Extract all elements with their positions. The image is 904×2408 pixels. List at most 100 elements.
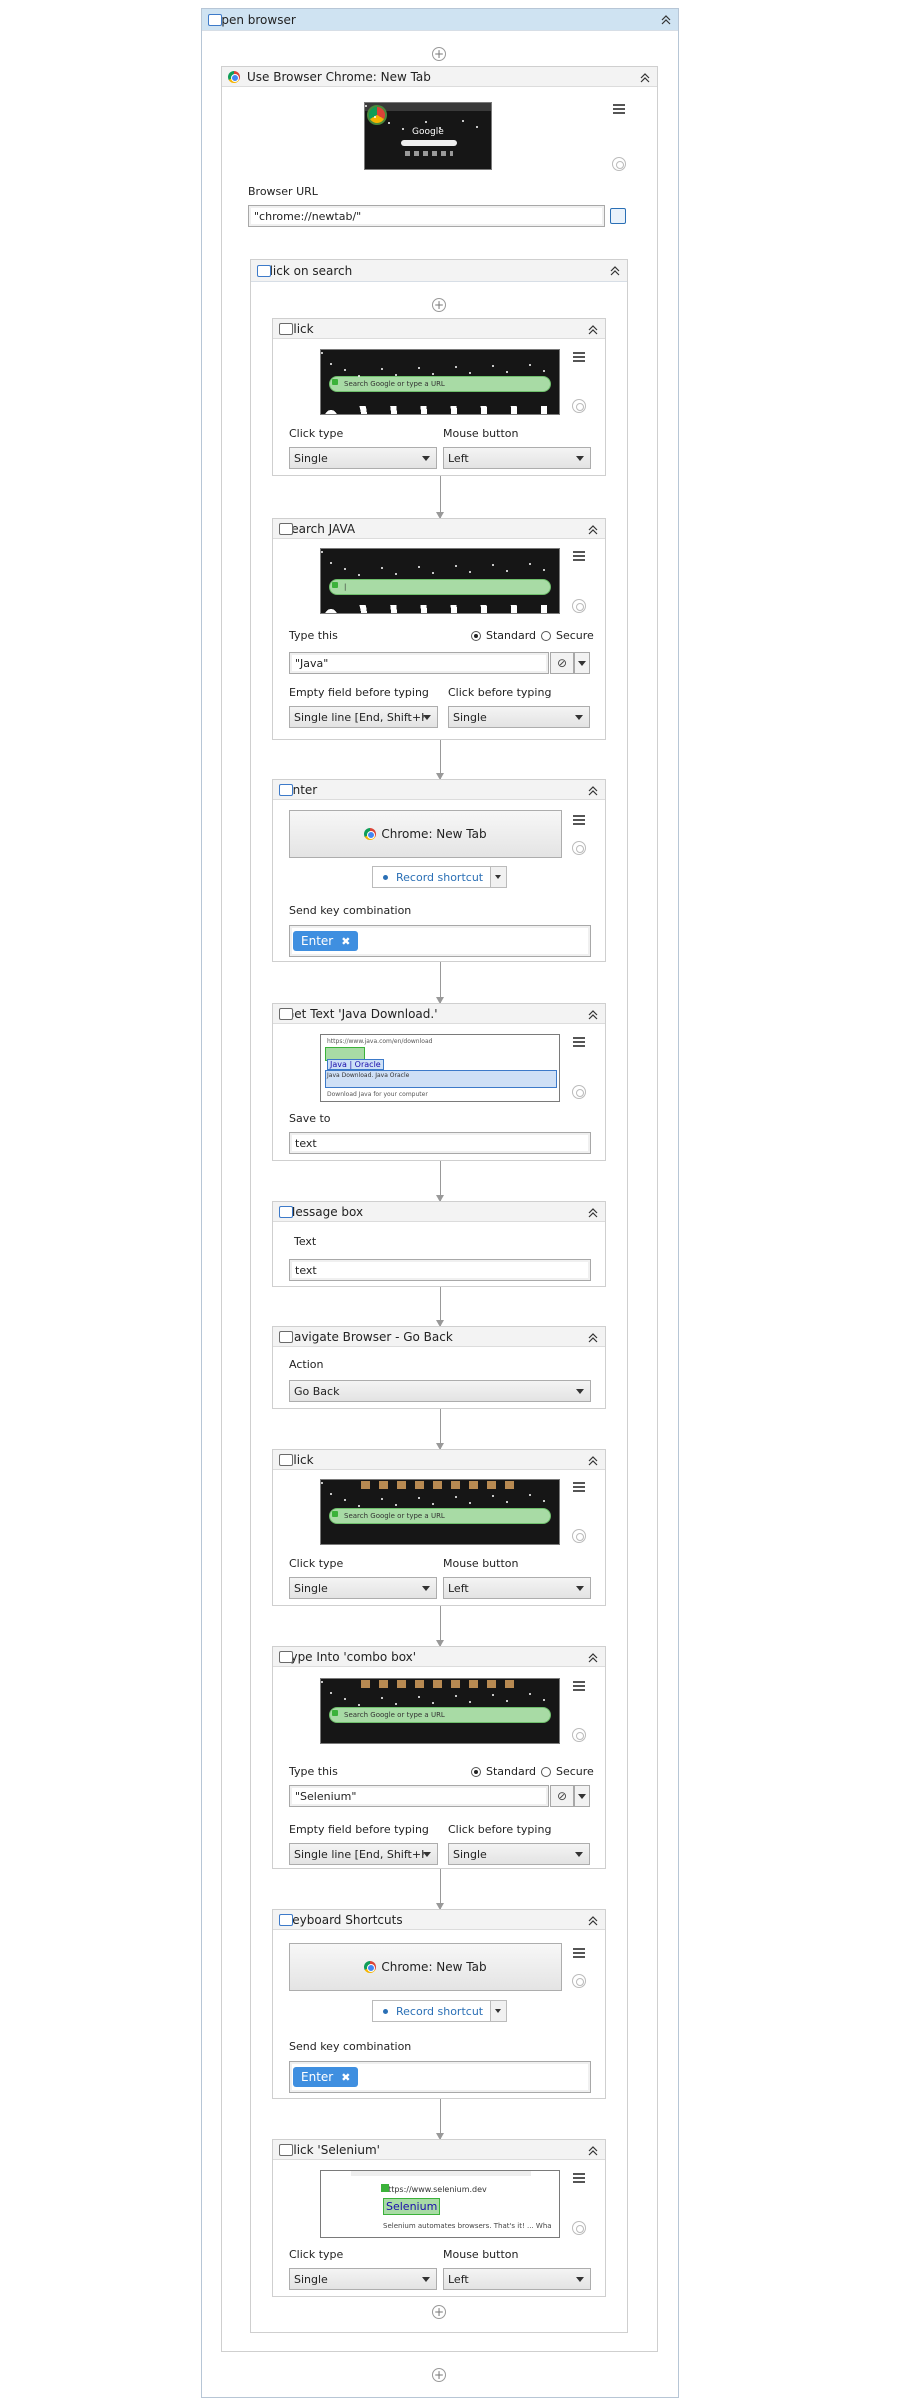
collapse-icon[interactable] [639, 72, 651, 84]
collapse-icon[interactable] [587, 1332, 599, 1344]
secure-radio[interactable] [541, 631, 551, 641]
activity-menu-icon[interactable] [572, 1679, 586, 1691]
collapse-icon[interactable] [587, 324, 599, 336]
mouse-button-select[interactable]: Left [443, 2268, 591, 2290]
star-dot [455, 565, 457, 567]
activity-menu-icon[interactable] [612, 102, 626, 114]
click-type-select[interactable]: Single [289, 2268, 437, 2290]
remove-key-icon[interactable]: ✖ [341, 935, 350, 948]
collapse-icon[interactable] [587, 2145, 599, 2157]
send-hotkey-header[interactable]: Enter [273, 780, 605, 800]
key-chip[interactable]: Enter ✖ [293, 931, 359, 951]
collapse-icon[interactable] [587, 1207, 599, 1219]
indicate-target-icon[interactable] [572, 1529, 586, 1543]
indicate-target-icon[interactable] [572, 2221, 586, 2235]
target-window-box[interactable]: Chrome: New Tab [289, 1943, 562, 1991]
click-type-select[interactable]: Single [289, 447, 437, 469]
type-target-screenshot[interactable]: Search Google or type a URL [320, 1678, 560, 1744]
record-dropdown-icon[interactable] [490, 867, 506, 887]
click-before-select[interactable]: Single [448, 1843, 590, 1865]
target-window-box[interactable]: Chrome: New Tab [289, 810, 562, 858]
remove-key-icon[interactable]: ✖ [341, 2071, 350, 2084]
options-dropdown-icon[interactable] [574, 652, 590, 674]
record-dropdown-icon[interactable] [490, 2001, 506, 2021]
collapse-icon[interactable] [587, 1455, 599, 1467]
options-dropdown-icon[interactable] [574, 1785, 590, 1807]
activity-menu-icon[interactable] [572, 813, 586, 825]
save-to-input[interactable]: text [289, 1132, 591, 1154]
navigate-header[interactable]: Navigate Browser - Go Back [273, 1327, 605, 1347]
secure-radio[interactable] [541, 1767, 551, 1777]
click-before-value: Single [453, 710, 487, 724]
type-target-screenshot[interactable]: | [320, 548, 560, 614]
mouse-button-select[interactable]: Left [443, 1577, 591, 1599]
key-chip[interactable]: Enter ✖ [293, 2067, 359, 2087]
click-type-value: Single [294, 451, 328, 465]
keyboard-shortcuts-header[interactable]: Keyboard Shortcuts [273, 1910, 605, 1930]
standard-radio[interactable] [471, 631, 481, 641]
shot-title-text: Java | Oracle [327, 1059, 384, 1070]
inner-sequence-header[interactable]: click on search [251, 260, 627, 282]
indicate-target-icon[interactable] [572, 599, 586, 613]
outer-sequence-header[interactable]: open browser [202, 9, 678, 31]
indicate-target-icon[interactable] [572, 1728, 586, 1742]
mouse-button-select[interactable]: Left [443, 447, 591, 469]
add-activity-icon[interactable]: + [432, 2368, 446, 2382]
get-text-header[interactable]: Get Text 'Java Download.' [273, 1004, 605, 1024]
type-this-input[interactable]: "Selenium" [289, 1785, 549, 1807]
indicate-target-icon[interactable] [572, 1974, 586, 1988]
activity-menu-icon[interactable] [572, 549, 586, 561]
type-into-header[interactable]: search JAVA [273, 519, 605, 539]
activity-menu-icon[interactable] [572, 1480, 586, 1492]
record-shortcut-button[interactable]: Record shortcut [372, 2000, 507, 2022]
flow-arrow [436, 2099, 444, 2140]
click-header[interactable]: Click 'Selenium' [273, 2140, 605, 2160]
flow-arrow [436, 476, 444, 519]
activity-menu-icon[interactable] [572, 1035, 586, 1047]
record-shortcut-button[interactable]: Record shortcut [372, 866, 507, 888]
click-header[interactable]: Click [273, 319, 605, 339]
activity-menu-icon[interactable] [572, 2171, 586, 2183]
indicate-target-icon[interactable] [572, 1085, 586, 1099]
click-type-select[interactable]: Single [289, 1577, 437, 1599]
shot-url-text: https://www.java.com/en/download [327, 1038, 433, 1045]
indicate-target-icon[interactable] [612, 157, 626, 171]
click-header[interactable]: Click [273, 1450, 605, 1470]
collapse-icon[interactable] [660, 14, 672, 26]
click-target-screenshot[interactable]: Search Google or type a URL [320, 349, 560, 415]
standard-radio[interactable] [471, 1767, 481, 1777]
use-browser-header[interactable]: Use Browser Chrome: New Tab [222, 67, 657, 87]
sequence-icon [208, 13, 222, 26]
click-target-screenshot[interactable]: Search Google or type a URL [320, 1479, 560, 1545]
collapse-icon[interactable] [587, 1652, 599, 1664]
indicate-target-icon[interactable] [572, 841, 586, 855]
shot-desc-text: Selenium automates browsers. That's it! … [383, 2222, 552, 2230]
collapse-icon[interactable] [587, 1915, 599, 1927]
hide-text-icon[interactable]: ⊘ [550, 1785, 574, 1807]
collapse-icon[interactable] [587, 524, 599, 536]
browser-url-input[interactable]: "chrome://newtab/" [248, 205, 605, 227]
collapse-icon[interactable] [587, 785, 599, 797]
click-before-select[interactable]: Single [448, 706, 590, 728]
activity-menu-icon[interactable] [572, 350, 586, 362]
action-select[interactable]: Go Back [289, 1380, 591, 1402]
get-text-screenshot[interactable]: https://www.java.com/en/download Java | … [320, 1034, 560, 1102]
collapse-icon[interactable] [609, 265, 621, 277]
click-target-screenshot[interactable]: https://www.selenium.dev Selenium Seleni… [320, 2170, 560, 2238]
url-picker-icon[interactable] [610, 208, 626, 224]
empty-field-select[interactable]: Single line [End, Shift+H [289, 1843, 438, 1865]
secure-label: Secure [556, 1765, 594, 1778]
add-activity-icon[interactable]: + [432, 47, 446, 61]
activity-menu-icon[interactable] [572, 1946, 586, 1958]
browser-screenshot[interactable]: Google [364, 102, 492, 170]
message-text-input[interactable]: text [289, 1259, 591, 1281]
message-box-header[interactable]: Message box [273, 1202, 605, 1222]
empty-field-select[interactable]: Single line [End, Shift+H [289, 706, 438, 728]
add-activity-icon[interactable]: + [432, 298, 446, 312]
hide-text-icon[interactable]: ⊘ [550, 652, 574, 674]
collapse-icon[interactable] [587, 1009, 599, 1021]
type-this-input[interactable]: "Java" [289, 652, 549, 674]
add-activity-icon[interactable]: + [432, 2305, 446, 2319]
type-into-header[interactable]: Type Into 'combo box' [273, 1647, 605, 1667]
indicate-target-icon[interactable] [572, 399, 586, 413]
